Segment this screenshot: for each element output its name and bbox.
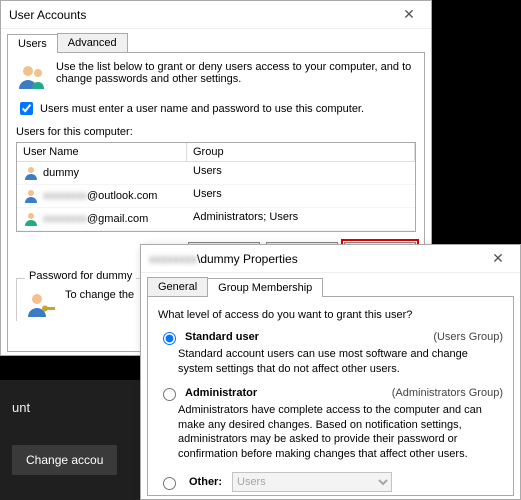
password-legend: Password for dummy — [25, 270, 136, 282]
standard-user-row[interactable]: Standard user (Users Group) — [158, 329, 503, 345]
tab-users[interactable]: Users — [7, 34, 58, 53]
administrator-row[interactable]: Administrator (Administrators Group) — [158, 385, 503, 401]
standard-user-label: Standard user — [185, 331, 259, 343]
change-account-button[interactable]: Change accou — [12, 445, 117, 475]
title-redacted: xxxxxxxx — [149, 252, 197, 266]
cell-group: Users — [187, 162, 415, 184]
password-text: To change the — [65, 289, 134, 321]
window-title: User Accounts — [9, 8, 86, 22]
user-icon — [23, 188, 39, 204]
col-header-group[interactable]: Group — [187, 143, 415, 161]
close-icon[interactable]: ✕ — [482, 250, 514, 267]
col-header-username[interactable]: User Name — [17, 143, 187, 161]
window-title: xxxxxxxx\dummy Properties — [149, 252, 298, 266]
administrator-radio[interactable] — [163, 388, 176, 401]
standard-user-radio[interactable] — [163, 332, 176, 345]
properties-window: xxxxxxxx\dummy Properties ✕ General Grou… — [140, 244, 521, 500]
cell-group: Administrators; Users — [187, 208, 415, 230]
table-row[interactable]: dummy Users — [17, 162, 415, 185]
table-row[interactable]: xxxxxxxx@gmail.com Administrators; Users — [17, 208, 415, 231]
tab-group-membership[interactable]: Group Membership — [207, 278, 323, 297]
table-header: User Name Group — [17, 143, 415, 162]
membership-question: What level of access do you want to gran… — [158, 309, 503, 321]
standard-user-desc: Standard account users can use most soft… — [178, 347, 503, 377]
cell-username-redacted: xxxxxxxx — [43, 190, 87, 202]
cell-username-suffix: @gmail.com — [87, 213, 148, 225]
tabstrip: General Group Membership — [141, 273, 520, 296]
cell-username-suffix: @outlook.com — [87, 190, 157, 202]
users-table: User Name Group dummy Users xxxxxxxx@out… — [16, 142, 416, 232]
user-icon — [23, 211, 39, 227]
tabstrip: Users Advanced — [1, 29, 431, 52]
other-select[interactable]: Users — [232, 472, 392, 492]
table-row[interactable]: xxxxxxxx@outlook.com Users — [17, 185, 415, 208]
tab-advanced[interactable]: Advanced — [57, 33, 128, 52]
users-icon — [16, 61, 48, 93]
require-password-label: Users must enter a user name and passwor… — [40, 103, 364, 115]
titlebar: xxxxxxxx\dummy Properties ✕ — [141, 245, 520, 273]
tab-general[interactable]: General — [147, 277, 208, 296]
require-password-checkbox-row[interactable]: Users must enter a user name and passwor… — [16, 99, 416, 118]
cell-username-redacted: xxxxxxxx — [43, 213, 87, 225]
standard-user-group: (Users Group) — [433, 331, 503, 343]
require-password-checkbox[interactable] — [20, 102, 33, 115]
cell-username: dummy — [43, 167, 79, 179]
users-list-label: Users for this computer: — [16, 126, 416, 138]
key-user-icon — [25, 289, 57, 321]
membership-panel: What level of access do you want to gran… — [147, 296, 514, 496]
other-row[interactable]: Other: Users — [158, 472, 503, 492]
close-icon[interactable]: ✕ — [393, 6, 425, 23]
intro-row: Use the list below to grant or deny user… — [16, 61, 416, 93]
titlebar: User Accounts ✕ — [1, 1, 431, 29]
user-icon — [23, 165, 39, 181]
cell-group: Users — [187, 185, 415, 207]
administrator-label: Administrator — [185, 387, 257, 399]
other-label: Other: — [189, 476, 222, 488]
administrator-group: (Administrators Group) — [392, 387, 503, 399]
other-radio[interactable] — [163, 477, 176, 490]
intro-text: Use the list below to grant or deny user… — [56, 61, 416, 93]
administrator-desc: Administrators have complete access to t… — [178, 403, 503, 462]
